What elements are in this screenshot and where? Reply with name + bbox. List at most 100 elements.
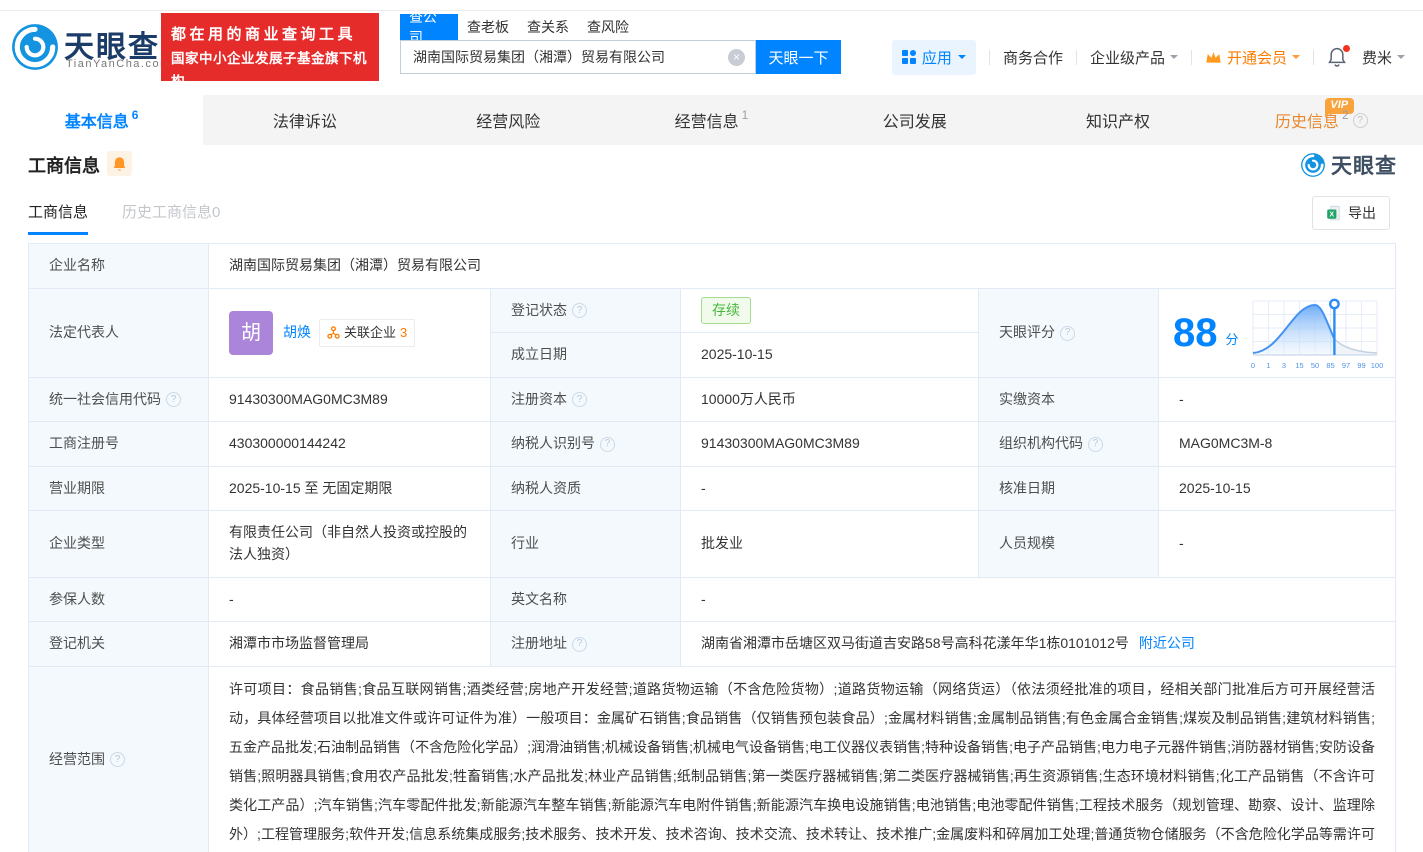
nearby-companies-link[interactable]: 附近公司 [1139,633,1195,655]
table-row: 经营范围? 许可项目：食品销售;食品互联网销售;酒类经营;房地产开发经营;道路货… [29,667,1396,852]
score-value: 88 [1173,311,1218,355]
company-name-value: 湖南国际贸易集团（湘潭）贸易有限公司 [209,244,1396,289]
svg-text:0: 0 [1250,361,1254,370]
tab-count: 2 [1341,108,1349,122]
avatar[interactable]: 胡 [229,311,273,355]
search-tab-company[interactable]: 查公司 [400,9,458,45]
search-clear-icon[interactable]: × [728,49,745,66]
score-distribution-chart: 0 1 3 15 50 85 97 99 100 [1250,298,1383,370]
svg-text:85: 85 [1326,361,1334,370]
username: 费米 [1361,49,1392,67]
tab-intellectual-property[interactable]: 知识产权 [1016,95,1219,145]
monitor-bell-button[interactable] [107,151,132,176]
company-detail-tabs: 基本信息 6 法律诉讼 经营风险 经营信息 1 公司发展 知识产权 VIP 历史信息… [0,95,1423,145]
related-label: 关联企业 [344,324,397,340]
status-badge: 存续 [701,296,751,325]
field-label: 登记状态 ? [491,289,681,333]
search-tab-relation[interactable]: 查关系 [518,14,578,40]
table-row: 参保人数 - 英文名称 - [29,578,1396,622]
tianyancha-watermark-icon [1301,153,1325,177]
promo-line1: 都在用的商业查询工具 [171,26,357,43]
tab-basic-info[interactable]: 基本信息 6 [0,95,204,145]
svg-text:100: 100 [1370,361,1382,370]
field-label: 经营范围? [29,667,209,852]
divider [988,49,990,65]
apps-menu[interactable]: 应用 [891,39,976,75]
business-info-table: 企业名称 湖南国际贸易集团（湘潭）贸易有限公司 法定代表人 胡 胡焕 关联企业 … [28,243,1396,852]
export-button[interactable]: X 导出 [1312,196,1390,230]
insured-count-value: - [209,578,491,622]
field-label: 登记机关 [29,622,209,667]
watermark-logo: 天眼查 [1300,150,1397,180]
tianyancha-logo-icon[interactable] [10,22,60,77]
subtab-history-business-info[interactable]: 历史工商信息0 [122,201,220,235]
table-row: 统一社会信用代码? 91430300MAG0MC3M89 注册资本? 10000… [29,378,1396,422]
user-menu[interactable]: 费米 [1362,47,1405,68]
reg-number-value: 430300000144242 [209,422,491,467]
legal-rep-cell: 胡 胡焕 关联企业 3 [209,289,491,378]
help-icon[interactable]: ? [572,636,587,652]
tab-company-development[interactable]: 公司发展 [813,95,1016,145]
apps-grid-icon [901,50,916,64]
credit-code-value: 91430300MAG0MC3M89 [209,378,491,422]
field-label: 成立日期 [491,333,681,378]
reg-capital-value: 10000万人民币 [681,378,979,422]
subtab-business-info[interactable]: 工商信息 [28,201,89,235]
help-icon[interactable]: ? [110,752,125,767]
tab-label: 法律诉讼 [272,114,337,131]
enterprise-products-menu[interactable]: 企业级产品 [1090,47,1178,68]
business-term-value: 2025-10-15 至 无固定期限 [209,467,491,511]
notifications-bell[interactable] [1327,45,1350,68]
divider [1312,49,1314,65]
vip-upgrade-label: 开通会员 [1226,49,1287,67]
field-label: 参保人数 [29,578,209,622]
top-divider [0,10,1423,11]
tab-count: 1 [741,108,749,122]
field-label: 工商注册号 [29,422,209,467]
svg-text:15: 15 [1295,361,1303,370]
reg-address-cell: 湖南省湘潭市岳塘区双马街道吉安路58号高科花漾年华1栋0101012号 附近公司 [681,622,1396,667]
tab-operating-info[interactable]: 经营信息 1 [610,95,813,145]
legal-rep-link[interactable]: 胡焕 [283,322,311,344]
field-label: 行业 [491,511,681,578]
related-count: 3 [400,324,408,340]
bell-icon [113,156,126,171]
help-icon[interactable]: ? [1352,112,1368,128]
chevron-down-icon [1397,55,1405,63]
search-input[interactable] [400,40,756,74]
search-tab-risk[interactable]: 查风险 [578,14,638,40]
excel-icon: X [1327,205,1340,220]
vip-badge: VIP [1325,98,1355,118]
field-label: 企业名称 [29,244,209,289]
svg-text:3: 3 [1281,361,1285,370]
tab-label: 知识产权 [1086,114,1151,131]
field-label: 统一社会信用代码? [29,378,209,422]
related-companies-badge[interactable]: 关联企业 3 [319,318,416,348]
search-button[interactable]: 天眼一下 [756,40,841,74]
tab-legal-litigation[interactable]: 法律诉讼 [203,95,406,145]
field-label: 英文名称 [491,578,681,622]
watermark-text: 天眼查 [1331,155,1397,178]
industry-value: 批发业 [681,511,979,578]
tab-operating-risk[interactable]: 经营风险 [407,95,610,145]
help-icon[interactable]: ? [1088,436,1103,452]
tab-history-info[interactable]: VIP 历史信息 2 ? [1220,95,1423,145]
section-title: 工商信息 [28,156,100,176]
search-tab-boss[interactable]: 查老板 [458,14,518,40]
tab-label: 经营风险 [476,114,541,131]
promo-line2: 国家中小企业发展子基金旗下机构 [171,51,367,89]
logo-subtitle: TianYanCha.com [66,58,171,70]
field-label: 实缴资本 [979,378,1159,422]
help-icon[interactable]: ? [166,392,181,407]
field-label: 注册地址? [491,622,681,667]
field-label: 纳税人识别号? [491,422,681,467]
table-row: 企业名称 湖南国际贸易集团（湘潭）贸易有限公司 [29,244,1396,289]
table-row: 法定代表人 胡 胡焕 关联企业 3 登记状态 ? 存续 成立日期 2025-10… [29,289,1396,378]
business-cooperation-link[interactable]: 商务合作 [1003,47,1063,68]
help-icon[interactable]: ? [572,392,587,407]
establish-date-value: 2025-10-15 [681,333,979,378]
vip-upgrade-menu[interactable]: 开通会员 [1205,47,1300,68]
help-icon[interactable]: ? [600,436,615,452]
help-icon[interactable]: ? [572,303,587,318]
help-icon[interactable]: ? [1060,325,1075,341]
